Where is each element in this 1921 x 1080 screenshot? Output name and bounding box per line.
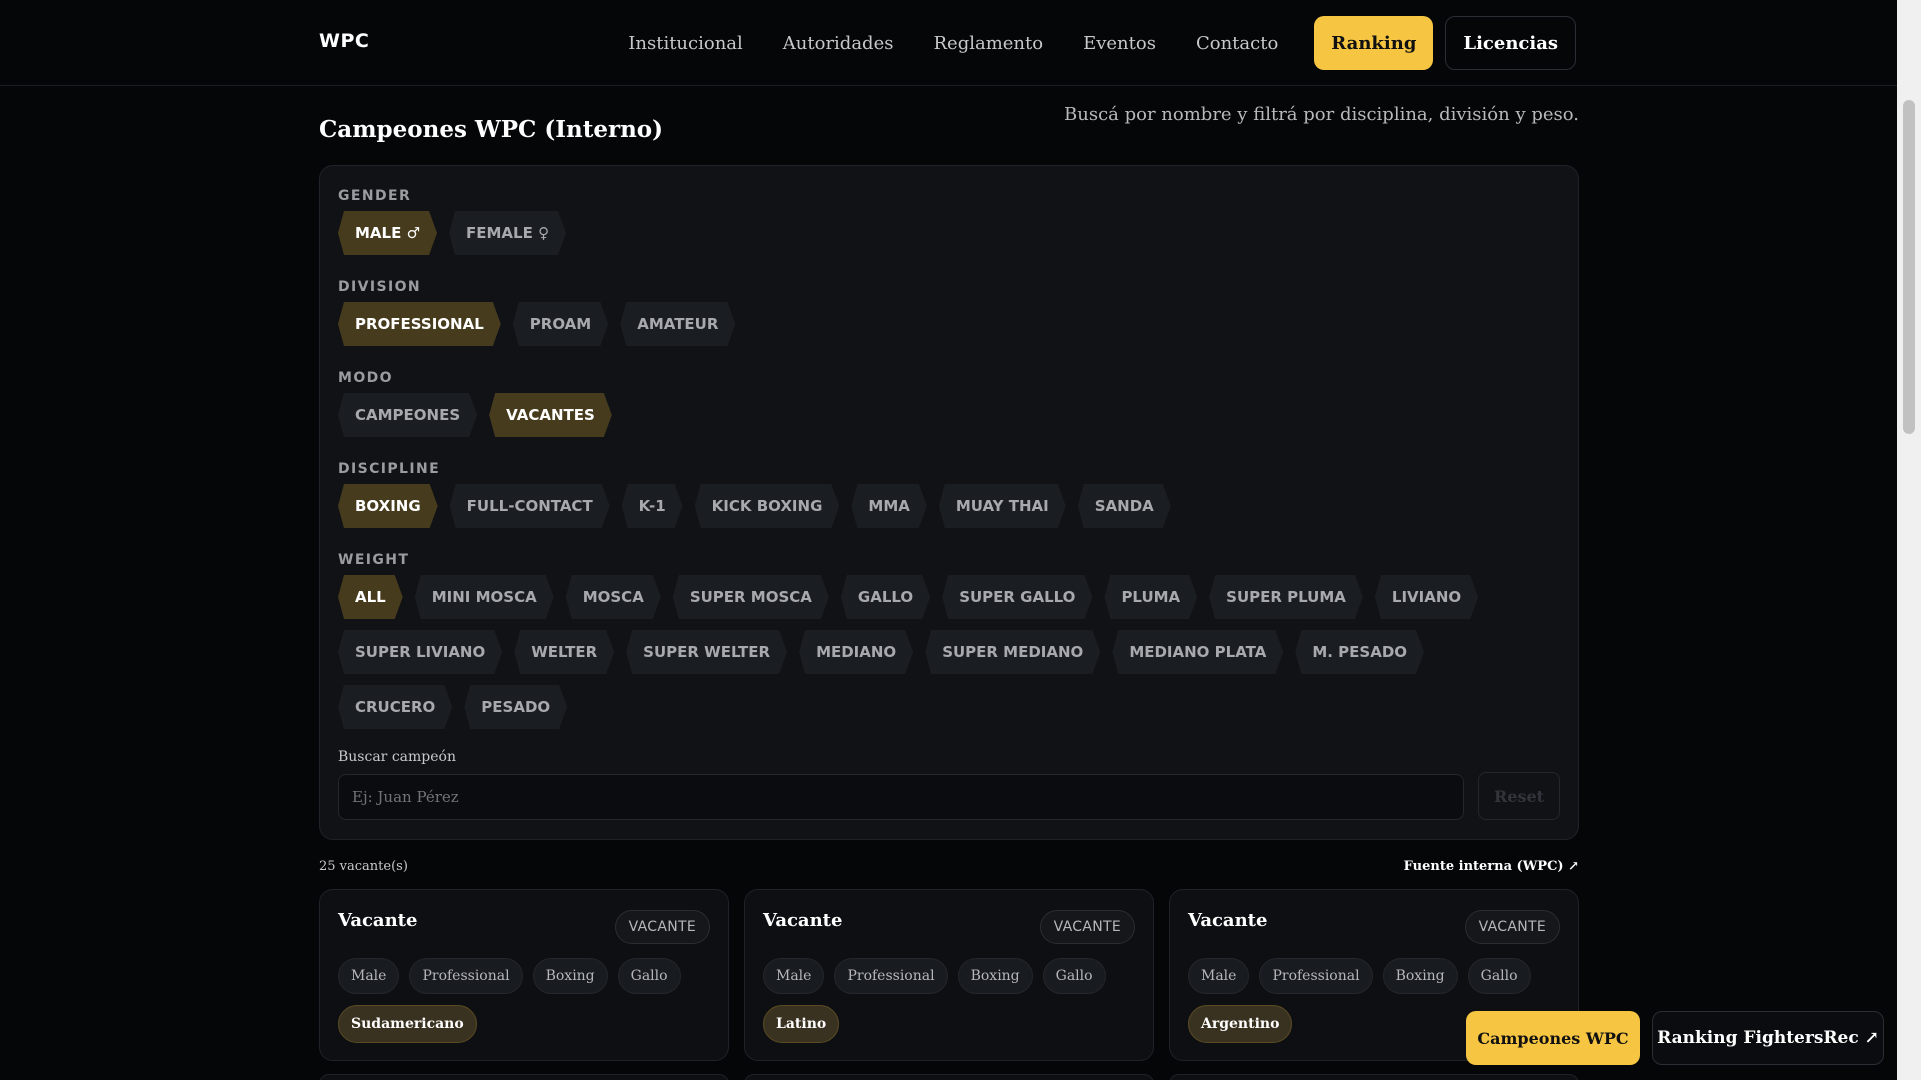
licencias-button[interactable]: Licencias	[1445, 16, 1576, 70]
tag-discipline: Boxing	[957, 958, 1033, 994]
modo-chip[interactable]: VACANTES	[489, 393, 612, 437]
result-card-peek	[1169, 1074, 1579, 1080]
region-badge: Latino	[763, 1005, 840, 1043]
nav-link-contacto[interactable]: Contacto	[1196, 33, 1278, 54]
weight-chip[interactable]: SUPER GALLO	[942, 575, 1092, 619]
card-title: Vacante	[338, 910, 418, 931]
weight-chip[interactable]: CRUCERO	[338, 685, 452, 729]
floating-ranking-button[interactable]: Ranking FightersRec ↗	[1652, 1011, 1884, 1065]
nav-link-reglamento[interactable]: Reglamento	[933, 33, 1043, 54]
gender-chip[interactable]: FEMALE ♀	[449, 211, 566, 255]
result-card-peek	[744, 1074, 1154, 1080]
tag-division: Professional	[409, 958, 523, 994]
tag-discipline: Boxing	[532, 958, 608, 994]
weight-chip[interactable]: MINI MOSCA	[415, 575, 554, 619]
page-title: Campeones WPC (Interno)	[319, 116, 664, 143]
search-label: Buscar campeón	[338, 749, 456, 765]
tag-gender: Male	[338, 958, 400, 994]
discipline-chip[interactable]: MMA	[851, 484, 926, 528]
tag-weight: Gallo	[617, 958, 681, 994]
tag-gender: Male	[1188, 958, 1250, 994]
brand-logo[interactable]: WPC	[319, 30, 369, 52]
weight-chip[interactable]: SUPER LIVIANO	[338, 630, 502, 674]
card-tags: Male Professional Boxing Gallo	[338, 958, 691, 994]
weight-chip[interactable]: SUPER MEDIANO	[925, 630, 1100, 674]
result-card[interactable]: Vacante VACANTE Male Professional Boxing…	[744, 889, 1154, 1061]
division-chips: PROFESSIONAL PROAM AMATEUR	[338, 302, 1538, 346]
region-badge: Sudamericano	[338, 1005, 477, 1043]
discipline-label: DISCIPLINE	[338, 461, 441, 477]
nav-menu: Institucional Autoridades Reglamento Eve…	[588, 16, 1576, 70]
tag-division: Professional	[834, 958, 948, 994]
card-title: Vacante	[1188, 910, 1268, 931]
discipline-chips: BOXING FULL-CONTACT K-1 KICK BOXING MMA MUAY …	[338, 484, 1538, 528]
tag-gender: Male	[763, 958, 825, 994]
weight-chip[interactable]: WELTER	[514, 630, 614, 674]
filter-panel: GENDER MALE ♂ FEMALE ♀ DIVISION PROFESSIO…	[319, 165, 1579, 840]
tag-weight: Gallo	[1042, 958, 1106, 994]
result-card-peek	[319, 1074, 729, 1080]
scrollbar-thumb[interactable]	[1903, 100, 1915, 434]
discipline-chip[interactable]: KICK BOXING	[695, 484, 840, 528]
floating-champions-button[interactable]: Campeones WPC	[1466, 1011, 1640, 1065]
weight-chip[interactable]: PLUMA	[1104, 575, 1197, 619]
discipline-chip[interactable]: SANDA	[1078, 484, 1171, 528]
ranking-button[interactable]: Ranking	[1314, 16, 1434, 70]
top-nav: WPC Institucional Autoridades Reglamento…	[0, 0, 1897, 86]
region-badge: Argentino	[1188, 1005, 1293, 1043]
weight-chips: ALL MINI MOSCA MOSCA SUPER MOSCA GALLO SUPER …	[338, 575, 1538, 729]
weight-chip[interactable]: SUPER WELTER	[626, 630, 787, 674]
division-chip[interactable]: PROAM	[513, 302, 608, 346]
modo-chips: CAMPEONES VACANTES	[338, 393, 1538, 437]
result-card[interactable]: Vacante VACANTE Male Professional Boxing…	[319, 889, 729, 1061]
status-badge: VACANTE	[1464, 910, 1560, 944]
weight-chip[interactable]: PESADO	[464, 685, 567, 729]
weight-label: WEIGHT	[338, 552, 410, 568]
results-count: 25 vacante(s)	[319, 859, 408, 874]
status-badge: VACANTE	[614, 910, 710, 944]
search-input[interactable]	[338, 774, 1464, 820]
nav-link-autoridades[interactable]: Autoridades	[783, 33, 894, 54]
gender-label: GENDER	[338, 188, 412, 204]
weight-chip[interactable]: GALLO	[841, 575, 930, 619]
nav-link-eventos[interactable]: Eventos	[1083, 33, 1156, 54]
discipline-chip[interactable]: K-1	[622, 484, 683, 528]
page-subtitle: Buscá por nombre y filtrá por disciplina…	[1064, 104, 1579, 125]
gender-chip[interactable]: MALE ♂	[338, 211, 437, 255]
source-link[interactable]: Fuente interna (WPC) ↗	[1404, 859, 1579, 874]
discipline-chip[interactable]: FULL-CONTACT	[450, 484, 610, 528]
card-tags: Male Professional Boxing Gallo	[763, 958, 1116, 994]
weight-chip[interactable]: MEDIANO PLATA	[1112, 630, 1283, 674]
modo-label: MODO	[338, 370, 393, 386]
division-chip[interactable]: PROFESSIONAL	[338, 302, 501, 346]
weight-chip[interactable]: MOSCA	[566, 575, 661, 619]
modo-chip[interactable]: CAMPEONES	[338, 393, 477, 437]
discipline-chip[interactable]: MUAY THAI	[939, 484, 1066, 528]
weight-chip[interactable]: MEDIANO	[799, 630, 913, 674]
weight-chip[interactable]: ALL	[338, 575, 403, 619]
division-chip[interactable]: AMATEUR	[620, 302, 735, 346]
weight-chip[interactable]: LIVIANO	[1375, 575, 1478, 619]
weight-chip[interactable]: M. PESADO	[1295, 630, 1424, 674]
weight-chip[interactable]: SUPER PLUMA	[1209, 575, 1363, 619]
card-tags: Male Professional Boxing Gallo	[1188, 958, 1541, 994]
division-label: DIVISION	[338, 279, 421, 295]
tag-discipline: Boxing	[1382, 958, 1458, 994]
weight-chip[interactable]: SUPER MOSCA	[673, 575, 829, 619]
discipline-chip[interactable]: BOXING	[338, 484, 438, 528]
status-badge: VACANTE	[1039, 910, 1135, 944]
reset-button[interactable]: Reset	[1478, 772, 1560, 820]
nav-link-institucional[interactable]: Institucional	[628, 33, 743, 54]
tag-weight: Gallo	[1467, 958, 1531, 994]
card-title: Vacante	[763, 910, 843, 931]
tag-division: Professional	[1259, 958, 1373, 994]
gender-chips: MALE ♂ FEMALE ♀	[338, 211, 1538, 255]
page: WPC Institucional Autoridades Reglamento…	[0, 0, 1921, 1080]
